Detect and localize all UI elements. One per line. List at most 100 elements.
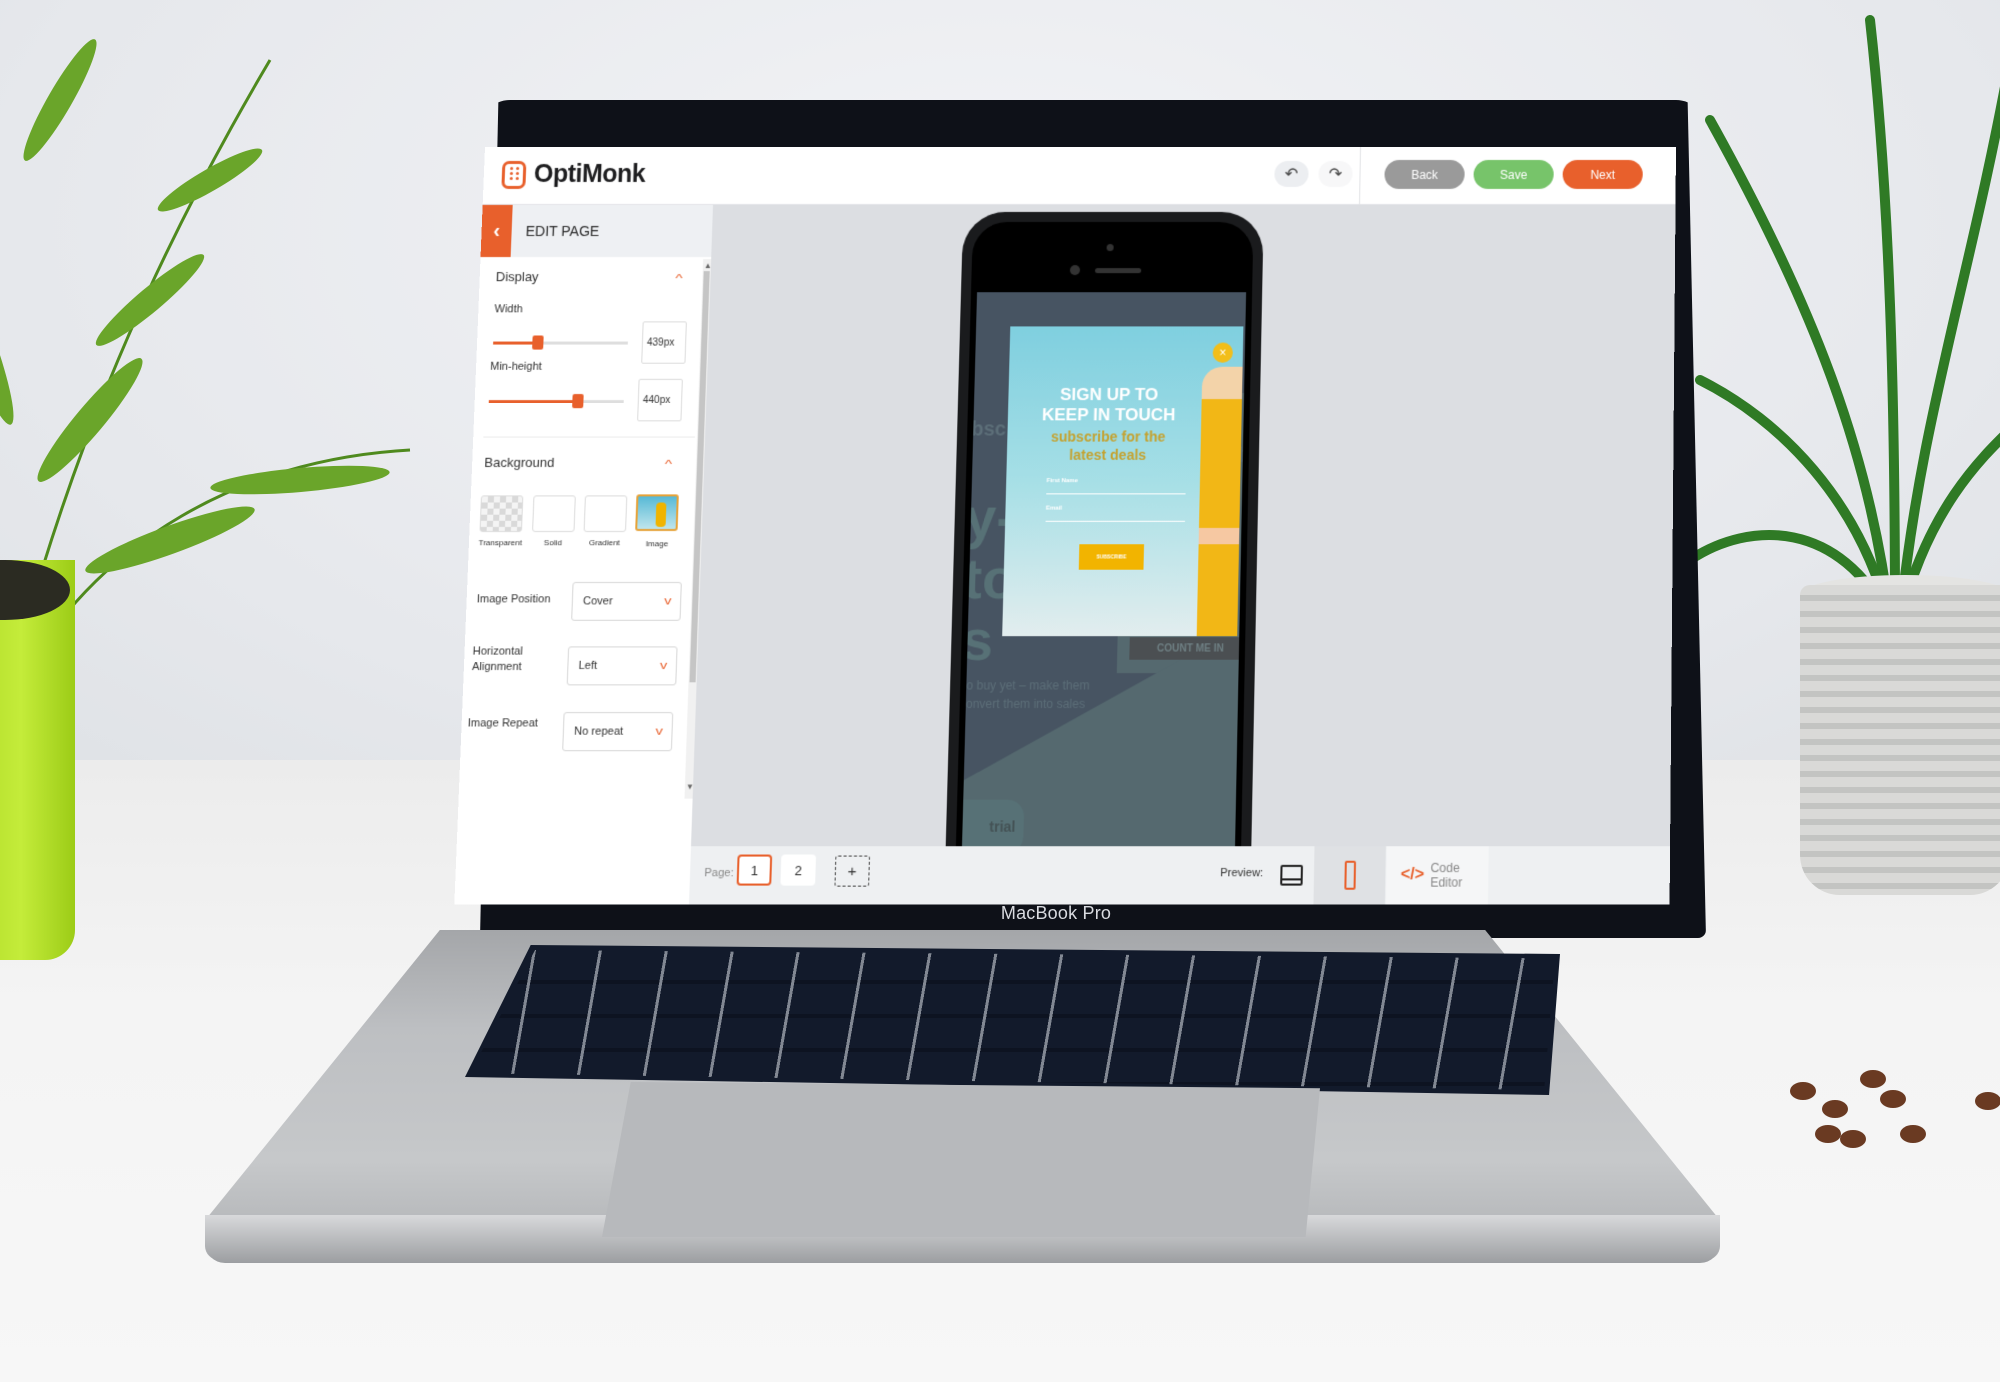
- keyboard-keys: [470, 950, 1555, 1090]
- page-label: Page:: [704, 866, 734, 880]
- email-field[interactable]: Email: [1045, 505, 1186, 522]
- phone-sensor: [1069, 265, 1081, 276]
- popup-headline[interactable]: KEEP IN TOUCH: [1008, 405, 1210, 425]
- image-position-label: Image Position: [476, 593, 551, 606]
- top-bar: OptiMonk ↶ ↷ Back Save Next: [482, 147, 1676, 205]
- min-height-slider-fill: [488, 400, 578, 404]
- trial-button: trial: [961, 799, 1025, 847]
- subscribe-button[interactable]: SUBSCRIBE: [1078, 544, 1145, 570]
- app-screen: OptiMonk ↶ ↷ Back Save Next ‹ EDIT PAGE …: [454, 147, 1676, 905]
- phone-frame: bsc list y- to s COUNT ME IN o buy yet –…: [955, 221, 1254, 847]
- width-label: Width: [494, 303, 523, 316]
- redo-icon: ↷: [1328, 165, 1343, 183]
- background-section-header[interactable]: Background: [484, 455, 555, 470]
- phone-speaker: [1094, 268, 1142, 274]
- plus-icon: +: [847, 862, 857, 880]
- coffee-bean: [1880, 1090, 1906, 1108]
- bg-option-caption: Solid: [543, 538, 563, 548]
- width-slider-thumb[interactable]: [532, 335, 544, 350]
- palm-plant: [1690, 15, 2000, 625]
- image-repeat-label: Image Repeat: [467, 717, 539, 730]
- coffee-bean: [1975, 1092, 2000, 1110]
- horizontal-alignment-value: Left: [578, 659, 598, 673]
- bg-option-solid[interactable]: [532, 495, 576, 533]
- trackpad: [602, 1082, 1320, 1237]
- image-position-value: Cover: [582, 595, 613, 608]
- chevron-left-icon: ‹: [492, 219, 501, 242]
- coffee-bean: [1822, 1100, 1848, 1118]
- min-height-slider-thumb[interactable]: [572, 394, 585, 409]
- chevron-up-icon[interactable]: ^: [675, 273, 683, 285]
- min-height-label: Min-height: [489, 360, 543, 373]
- image-repeat-value: No repeat: [573, 725, 624, 738]
- bottom-bar: Page: 1 2 + Preview: </> Code Editor: [689, 846, 1671, 905]
- code-icon: </>: [1400, 865, 1425, 884]
- first-name-field[interactable]: First Name: [1046, 478, 1186, 495]
- code-editor-label: Code Editor: [1430, 860, 1463, 890]
- close-icon[interactable]: ×: [1212, 342, 1234, 363]
- width-slider[interactable]: [493, 335, 628, 350]
- chevron-down-icon: v: [654, 725, 663, 738]
- horizontal-alignment-select[interactable]: Left v: [566, 646, 678, 686]
- coffee-bean: [1790, 1082, 1816, 1100]
- save-button[interactable]: Save: [1473, 159, 1554, 189]
- mobile-preview-button[interactable]: [1313, 846, 1386, 905]
- code-editor-button[interactable]: </> Code Editor: [1385, 846, 1489, 905]
- bg-body-text: o buy yet – make them: [966, 678, 1090, 693]
- bg-option-caption: Transparent: [478, 538, 523, 548]
- undo-icon: ↶: [1284, 165, 1299, 183]
- editor-canvas: bsc list y- to s COUNT ME IN o buy yet –…: [690, 204, 1676, 847]
- signup-popup[interactable]: × SIGN UP TO KEEP IN TOUCH subscribe for…: [1002, 326, 1244, 637]
- sidebar-title: EDIT PAGE: [525, 222, 600, 240]
- undo-button[interactable]: ↶: [1274, 160, 1309, 187]
- desktop-icon: [1280, 864, 1303, 886]
- next-button[interactable]: Next: [1562, 159, 1643, 189]
- mobile-icon: [1343, 860, 1356, 890]
- back-button[interactable]: Back: [1384, 159, 1465, 189]
- bg-side-text: bsc: [971, 418, 1007, 441]
- page-1-button[interactable]: 1: [736, 854, 773, 886]
- toolbar-divider: [1359, 147, 1361, 205]
- horizontal-alignment-label: Horizontal Alignment: [471, 645, 524, 674]
- coffee-bean: [1840, 1130, 1866, 1148]
- popup-subline[interactable]: latest deals: [1007, 446, 1209, 464]
- bg-option-transparent[interactable]: [479, 495, 524, 533]
- chevron-down-icon: v: [663, 595, 672, 608]
- edit-page-sidebar: ‹ EDIT PAGE ▲ ▼ Display ^ Width 439px Mi…: [454, 204, 714, 905]
- logo-text: OptiMonk: [533, 159, 646, 188]
- image-position-select[interactable]: Cover v: [571, 581, 682, 621]
- min-height-slider[interactable]: [488, 394, 624, 409]
- chevron-down-icon: v: [659, 659, 667, 673]
- chevron-up-icon[interactable]: ^: [665, 459, 673, 471]
- width-slider-fill: [493, 341, 538, 345]
- width-input[interactable]: 439px: [641, 321, 687, 364]
- add-page-button[interactable]: +: [834, 855, 871, 887]
- logo[interactable]: OptiMonk: [501, 159, 646, 189]
- bg-body-text: onvert them into sales: [965, 696, 1086, 712]
- redo-button[interactable]: ↷: [1318, 160, 1353, 187]
- section-divider: [483, 436, 695, 438]
- phone-camera: [1106, 244, 1114, 252]
- display-section-header[interactable]: Display: [496, 269, 539, 284]
- device-brand-label: MacBook Pro: [1000, 903, 1112, 923]
- min-height-input[interactable]: 440px: [637, 378, 683, 422]
- coffee-bean: [1860, 1070, 1886, 1088]
- bg-option-caption: Image: [645, 539, 669, 549]
- bg-option-gradient[interactable]: [583, 495, 628, 533]
- phone-mockup: bsc list y- to s COUNT ME IN o buy yet –…: [945, 211, 1264, 847]
- coffee-bean: [1815, 1125, 1841, 1143]
- popup-subline[interactable]: subscribe for the: [1007, 427, 1209, 445]
- bg-option-image-selected[interactable]: [635, 494, 679, 531]
- bg-big-text: s: [961, 607, 994, 673]
- bg-option-caption: Gradient: [588, 538, 621, 548]
- coffee-bean: [1900, 1125, 1926, 1143]
- image-repeat-select[interactable]: No repeat v: [562, 712, 674, 752]
- phone-screen: bsc list y- to s COUNT ME IN o buy yet –…: [961, 292, 1247, 847]
- sidebar-back-button[interactable]: ‹: [480, 204, 513, 258]
- count-me-in-button: COUNT ME IN: [1129, 637, 1247, 660]
- page-2-button[interactable]: 2: [780, 854, 817, 886]
- optimonk-logo-icon: [501, 160, 527, 189]
- green-pot: [0, 560, 75, 960]
- popup-headline[interactable]: SIGN UP TO: [1008, 385, 1210, 405]
- sidebar-header: ‹ EDIT PAGE: [480, 204, 714, 258]
